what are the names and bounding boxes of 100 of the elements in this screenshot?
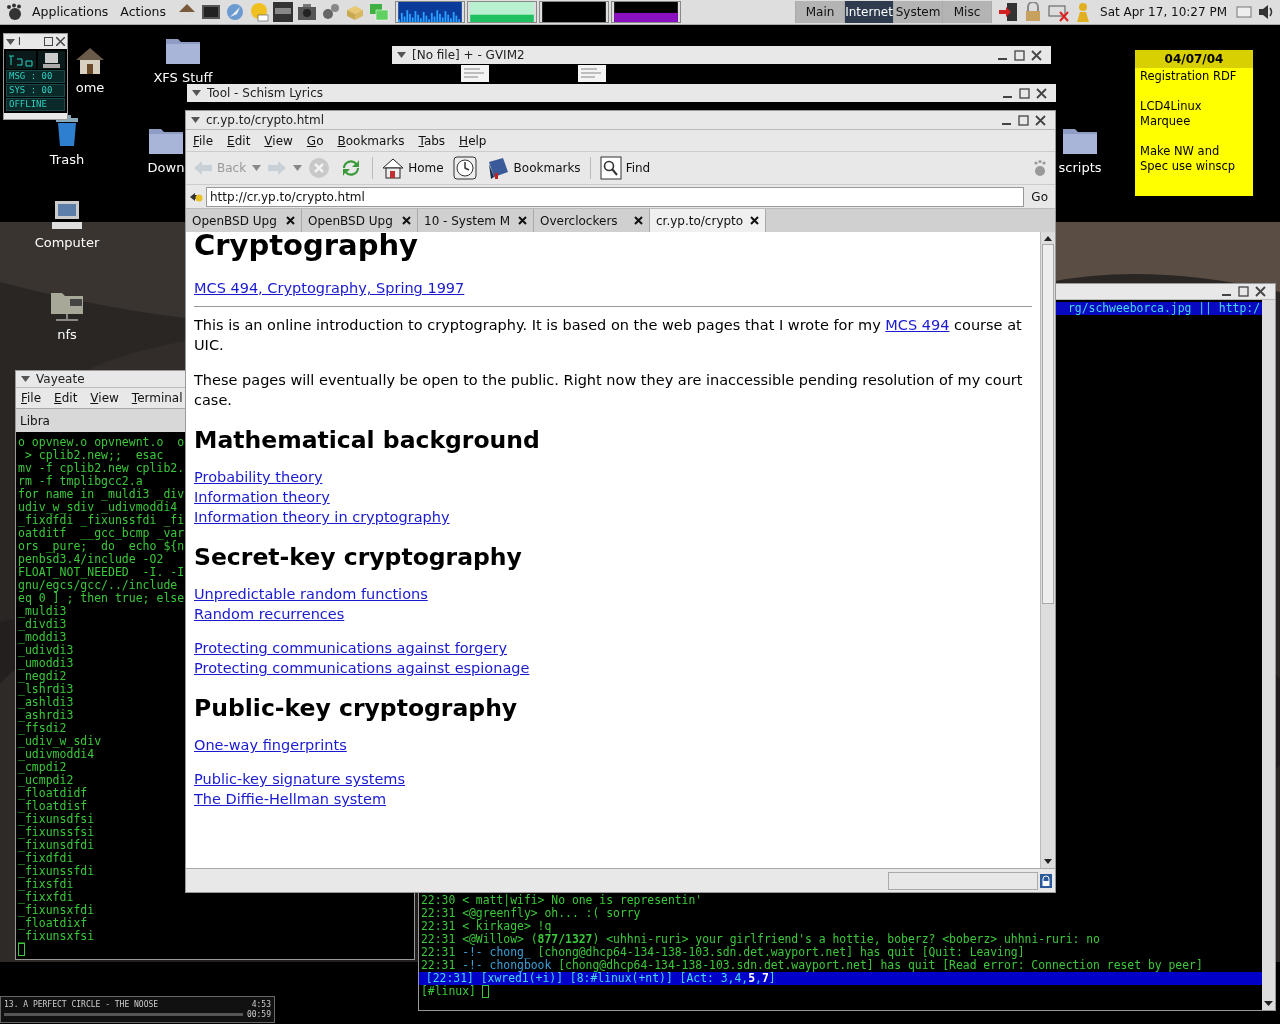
close-icon[interactable] xyxy=(1255,286,1266,297)
terminal-icon[interactable] xyxy=(201,2,222,22)
cursor xyxy=(18,943,25,956)
tab[interactable]: cr.yp.to/crypto xyxy=(650,209,766,232)
terminal-line: gnu/egcs/gcc/../include xyxy=(18,579,178,592)
link[interactable]: Information theory in cryptography xyxy=(194,507,450,527)
workspace-button[interactable]: Misc xyxy=(943,1,992,23)
caret-icon[interactable] xyxy=(397,52,406,58)
terminal-line: _fixunssfdi xyxy=(18,865,95,878)
close-icon[interactable] xyxy=(518,216,527,225)
close-icon[interactable] xyxy=(750,216,759,225)
desktop-icon-label[interactable]: Computer xyxy=(34,233,100,253)
search-icon xyxy=(599,156,622,180)
terminal-line: _negdi2 xyxy=(18,670,67,683)
close-icon[interactable] xyxy=(56,37,65,46)
disconnected-icon[interactable] xyxy=(1048,2,1071,22)
maximize-icon[interactable] xyxy=(1238,286,1249,297)
maximize-icon[interactable] xyxy=(1018,114,1029,126)
desktop-icon-label[interactable]: XFS Stuff xyxy=(153,68,213,88)
link[interactable]: Unpredictable random functions xyxy=(194,584,428,604)
terminal-line: _floatdidf xyxy=(18,787,88,800)
link[interactable]: MCS 494 xyxy=(885,317,950,333)
foot-icon[interactable] xyxy=(5,3,23,21)
document-icon[interactable] xyxy=(460,65,490,82)
link[interactable]: The Diffie-Hellman system xyxy=(194,789,387,809)
close-icon[interactable] xyxy=(1036,87,1047,99)
link[interactable]: Public-key signature systems xyxy=(194,769,406,789)
link[interactable]: MCS 494, Cryptography, Spring 1997 xyxy=(194,278,465,298)
terminal-line: mv -f cplib2.new cplib2. xyxy=(18,462,185,475)
panel-menu[interactable]: Actions xyxy=(117,2,170,22)
maximize-icon[interactable] xyxy=(44,37,53,46)
caret-icon[interactable] xyxy=(191,117,200,123)
close-icon[interactable] xyxy=(634,216,643,225)
tab[interactable]: Libra xyxy=(16,411,54,430)
close-icon[interactable] xyxy=(286,216,295,225)
terminal-line: _ashldi3 xyxy=(18,696,74,709)
desktop-icon-label[interactable]: ome xyxy=(75,78,105,98)
speaker-icon[interactable] xyxy=(1257,3,1275,21)
link[interactable]: Protecting communications against espionage xyxy=(194,658,530,678)
menu-item[interactable]: Edit xyxy=(54,389,78,407)
section-heading: Secret-key cryptography xyxy=(194,543,523,571)
menu-item[interactable]: View xyxy=(90,389,119,407)
stop-icon xyxy=(308,157,331,179)
close-icon[interactable] xyxy=(1035,114,1046,126)
caret-icon[interactable] xyxy=(21,376,30,382)
scrollbar[interactable] xyxy=(1040,232,1055,868)
link[interactable]: Probability theory xyxy=(194,467,323,487)
desktop-icon-label[interactable]: Trash xyxy=(49,150,85,170)
media-player-icon[interactable] xyxy=(273,2,294,22)
caret-icon[interactable] xyxy=(6,38,15,45)
menu-item[interactable]: Edit xyxy=(227,131,251,150)
desktop-icon-label[interactable]: Down xyxy=(147,158,185,178)
close-icon[interactable] xyxy=(402,216,411,225)
menu-item[interactable]: Terminal xyxy=(131,389,183,407)
maximize-icon[interactable] xyxy=(1019,87,1030,99)
scrollbar[interactable] xyxy=(1262,300,1275,1010)
terminal-line: udiv_w_sdiv _udivmoddi4 xyxy=(18,501,178,514)
caret-icon[interactable] xyxy=(293,165,303,171)
terminal-line: _divdi3 xyxy=(18,618,67,631)
computer-icon[interactable] xyxy=(38,51,65,69)
panel-menu[interactable]: Applications xyxy=(29,2,112,22)
find-button[interactable]: Find xyxy=(596,155,654,181)
menu-item[interactable]: Go xyxy=(306,131,324,150)
link[interactable]: Protecting communications against forgery xyxy=(194,638,507,658)
gears-icon[interactable] xyxy=(321,2,342,22)
desktop-icon-label[interactable]: scripts xyxy=(1058,158,1102,178)
house-icon[interactable] xyxy=(74,45,106,75)
desktop-icon-label[interactable]: nfs xyxy=(57,325,77,345)
status-readout: MSG : 00 xyxy=(6,70,65,83)
cursor xyxy=(481,985,489,998)
caret-icon[interactable] xyxy=(252,165,262,171)
forward-arrow-icon xyxy=(267,159,288,177)
menu-item[interactable]: File xyxy=(21,389,42,407)
home-button[interactable]: Home xyxy=(379,155,447,181)
exit-door-icon[interactable] xyxy=(998,2,1019,22)
note-text: Make NW and xyxy=(1140,144,1221,159)
menu-item[interactable]: File xyxy=(193,131,214,150)
workspace-button[interactable]: Internet xyxy=(845,1,894,23)
network-folder-icon[interactable] xyxy=(50,290,84,322)
terminal-line: > cplib2.new;; esac xyxy=(23,449,164,462)
camera-icon[interactable] xyxy=(297,2,318,22)
menu-item[interactable]: Help xyxy=(459,131,487,150)
menu-item[interactable]: View xyxy=(264,131,293,150)
menu-item[interactable]: Tabs xyxy=(418,131,446,150)
computer-icon[interactable] xyxy=(51,200,83,230)
trash-icon[interactable] xyxy=(54,115,80,147)
link[interactable]: Random recurrences xyxy=(194,604,345,624)
go-button[interactable]: Go xyxy=(1027,187,1052,206)
workspace-button[interactable]: System xyxy=(894,1,943,23)
workspace-button[interactable]: Main xyxy=(796,1,845,23)
menu-item[interactable]: Bookmarks xyxy=(337,131,405,150)
link[interactable]: One-way fingerprints xyxy=(194,735,347,755)
system-monitor-graph xyxy=(467,1,538,23)
maximize-icon[interactable] xyxy=(1014,49,1025,61)
link[interactable]: Information theory xyxy=(194,487,330,507)
address-field[interactable]: http://cr.yp.to/crypto.html xyxy=(206,186,1025,207)
bookmarks-button[interactable]: Bookmarks xyxy=(482,155,584,181)
caret-icon[interactable] xyxy=(192,90,201,96)
close-icon[interactable] xyxy=(1031,49,1042,61)
document-icon[interactable] xyxy=(577,65,607,82)
